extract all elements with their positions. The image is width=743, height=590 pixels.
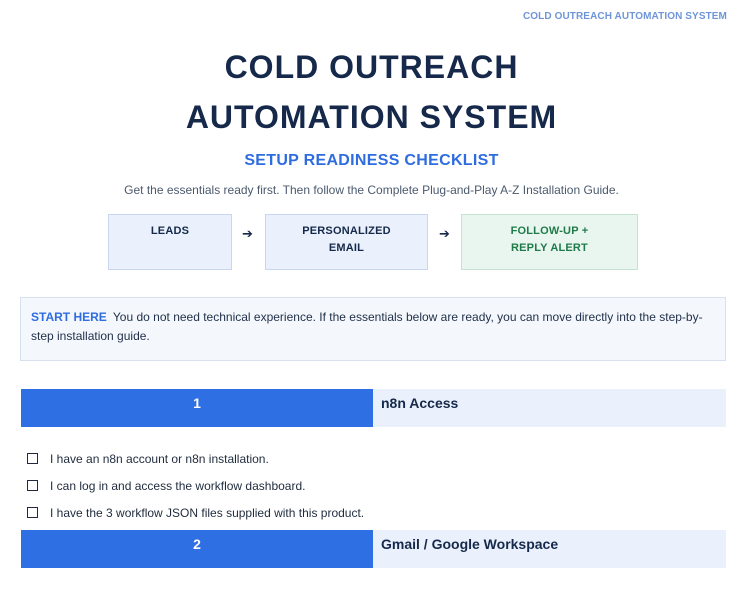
checklist-item[interactable]: I have the 3 workflow JSON files supplie…	[27, 504, 707, 522]
start-here-callout: START HERE You do not need technical exp…	[20, 297, 726, 361]
checkbox-icon[interactable]	[27, 480, 38, 492]
flow-step-label: EMAIL	[328, 242, 365, 254]
callout-text: You do not need technical experience. If…	[31, 310, 703, 343]
checklist-subtitle: SETUP READINESS CHECKLIST	[244, 152, 499, 169]
checklist-item-label: I can log in and access the workflow das…	[50, 479, 306, 493]
checkbox-icon[interactable]	[27, 453, 38, 465]
callout-lead: START HERE	[31, 310, 107, 324]
section-header-n8n-access: 1 n8n Access	[21, 389, 726, 427]
page-title-line-2: AUTOMATION SYSTEM	[185, 99, 558, 135]
page-title: COLD OUTREACH AUTOMATION SYSTEM	[0, 42, 743, 142]
header-tag: COLD OUTREACH AUTOMATION SYSTEM	[522, 11, 727, 22]
section-label: Gmail / Google Workspace	[373, 530, 726, 568]
section-label: n8n Access	[373, 389, 726, 427]
flow-step-label: PERSONALIZED	[302, 225, 391, 237]
flow-step-label: FOLLOW-UP +	[510, 225, 589, 237]
flow-step-label: REPLY ALERT	[511, 242, 588, 254]
flow-step-leads: LEADS	[108, 214, 232, 270]
checklist-item-label: I have the 3 workflow JSON files supplie…	[50, 506, 365, 520]
section-number: 2	[21, 530, 373, 568]
checklist-item[interactable]: I can log in and access the workflow das…	[27, 477, 707, 495]
flow-step-personalized-email: PERSONALIZED EMAIL	[265, 214, 428, 270]
flow-step-label: LEADS	[150, 225, 190, 237]
workflow-diagram: LEADS ➔ PERSONALIZED EMAIL ➔ FOLLOW-UP +…	[108, 214, 638, 272]
arrow-right-icon: ➔	[439, 226, 450, 241]
checkbox-icon[interactable]	[27, 507, 38, 519]
intro-text: Get the essentials ready first. Then fol…	[124, 183, 619, 197]
section-number: 1	[21, 389, 373, 427]
section-header-gmail: 2 Gmail / Google Workspace	[21, 530, 726, 568]
checklist-item-label: I have an n8n account or n8n installatio…	[50, 452, 269, 466]
page-title-line-1: COLD OUTREACH	[224, 49, 519, 85]
flow-step-follow-up: FOLLOW-UP + REPLY ALERT	[461, 214, 638, 270]
checklist-item[interactable]: I have an n8n account or n8n installatio…	[27, 450, 707, 468]
arrow-right-icon: ➔	[242, 226, 253, 241]
